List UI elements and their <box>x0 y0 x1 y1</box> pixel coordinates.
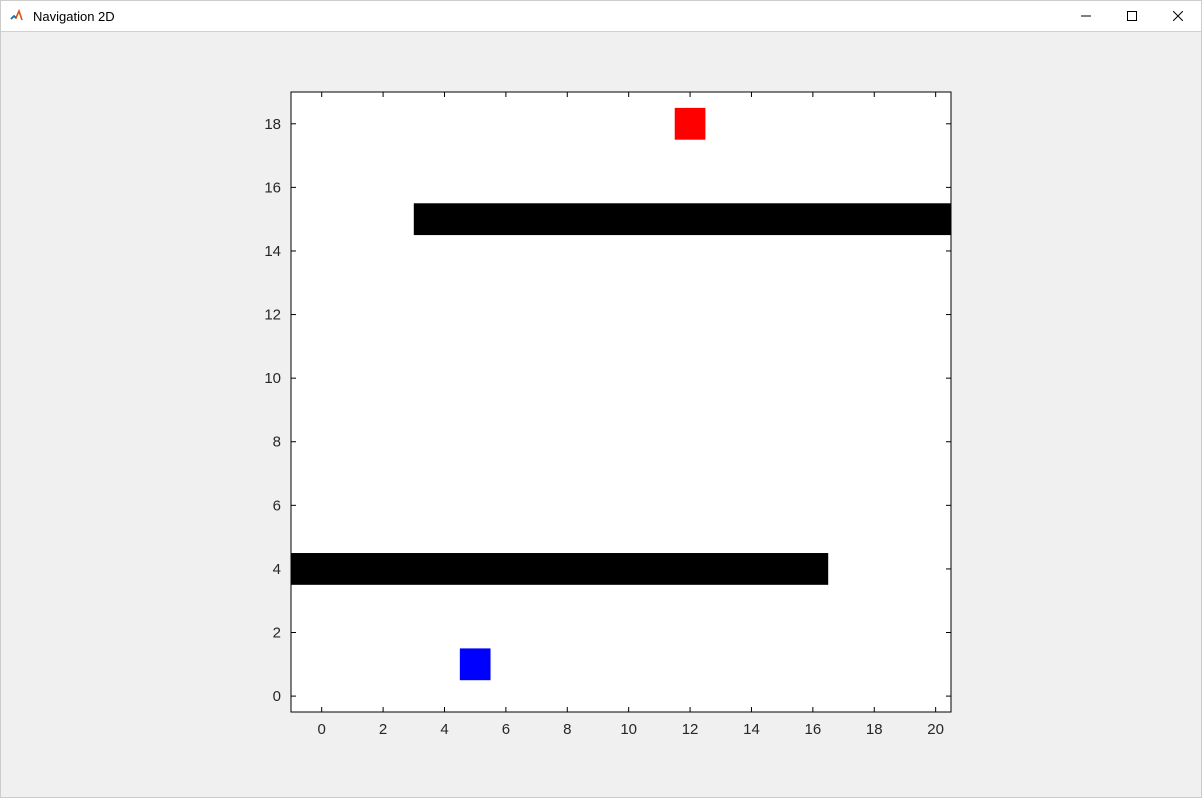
y-tick-label: 12 <box>264 307 281 324</box>
x-tick-label: 4 <box>440 721 448 738</box>
x-tick-label: 6 <box>502 721 510 738</box>
y-tick-label: 0 <box>273 688 281 705</box>
y-tick-label: 14 <box>264 243 281 260</box>
app-window: Navigation 2D 0 2 4 6 8 10 12 14 16 18 20 0 2 4 6 8 10 12… <box>0 0 1202 798</box>
x-tick-label: 10 <box>620 721 637 738</box>
maximize-button[interactable] <box>1109 1 1155 31</box>
obstacle-upper-wall <box>414 203 951 235</box>
x-tick-label: 0 <box>318 721 326 738</box>
x-tick-label: 2 <box>379 721 387 738</box>
obstacle-lower-wall <box>291 553 828 585</box>
window-title: Navigation 2D <box>33 9 115 24</box>
matlab-icon <box>9 8 25 24</box>
titlebar: Navigation 2D <box>1 1 1201 32</box>
y-tick-label: 16 <box>264 179 281 196</box>
navigation-2d-plot: 0 2 4 6 8 10 12 14 16 18 20 0 2 4 6 8 10 12 14 16 18 <box>231 77 971 757</box>
y-tick-label: 2 <box>273 625 281 642</box>
x-tick-label: 18 <box>866 721 883 738</box>
y-tick-label: 18 <box>264 116 281 133</box>
axes-panel: 0 2 4 6 8 10 12 14 16 18 20 0 2 4 6 8 10 12 14 16 18 <box>231 77 971 757</box>
close-button[interactable] <box>1155 1 1201 31</box>
marker-goal <box>675 108 706 140</box>
y-tick-label: 4 <box>273 561 281 578</box>
x-tick-label: 14 <box>743 721 760 738</box>
figure-client-area: 0 2 4 6 8 10 12 14 16 18 20 0 2 4 6 8 10 12 14 16 18 <box>1 32 1201 797</box>
x-tick-label: 8 <box>563 721 571 738</box>
minimize-button[interactable] <box>1063 1 1109 31</box>
y-tick-label: 8 <box>273 434 281 451</box>
x-tick-label: 20 <box>927 721 944 738</box>
plot-area <box>291 92 951 712</box>
marker-agent <box>460 648 491 680</box>
x-tick-label: 16 <box>805 721 822 738</box>
y-tick-label: 6 <box>273 497 281 514</box>
x-tick-label: 12 <box>682 721 699 738</box>
y-tick-label: 10 <box>264 370 281 387</box>
